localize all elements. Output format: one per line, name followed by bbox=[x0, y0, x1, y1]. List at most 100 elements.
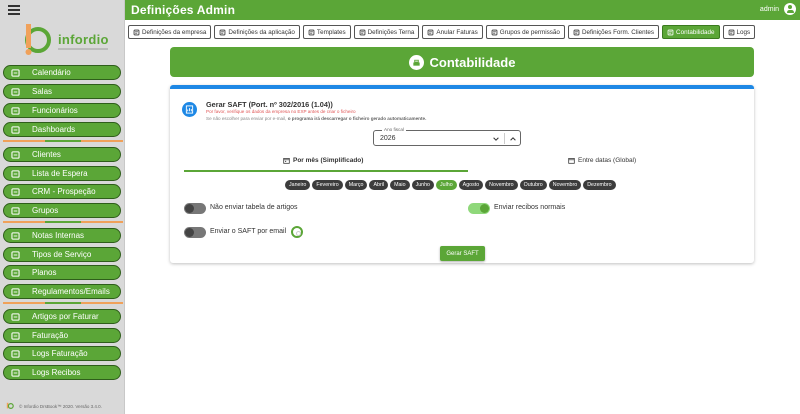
calendar-icon bbox=[10, 68, 20, 77]
sidebar-item-label: Salas bbox=[32, 87, 53, 96]
tab-0[interactable]: Definições da empresa bbox=[128, 25, 212, 39]
clock-icon bbox=[10, 169, 20, 178]
fiscal-year-select[interactable]: Ano fiscal 2026 bbox=[373, 127, 521, 146]
sidebar-item-11[interactable]: Regulamentos/Emails bbox=[3, 284, 121, 299]
file-icon bbox=[427, 29, 434, 36]
month-chip[interactable]: Junho bbox=[411, 180, 434, 190]
month-chip[interactable]: Julho bbox=[436, 180, 457, 190]
sidebar-item-label: Tipos de Serviço bbox=[32, 250, 92, 259]
app-icon bbox=[219, 29, 226, 36]
sidebar-item-9[interactable]: Tipos de Serviço bbox=[3, 247, 121, 262]
rules-icon bbox=[10, 287, 20, 296]
user-avatar-icon[interactable] bbox=[784, 3, 796, 15]
building-icon bbox=[133, 29, 140, 36]
sidebar-item-label: CRM - Prospeção bbox=[32, 187, 96, 196]
email-status-icon[interactable] bbox=[291, 226, 303, 238]
sidebar-item-label: Calendário bbox=[32, 68, 71, 77]
sidebar-item-5[interactable]: Lista de Espera bbox=[3, 166, 121, 181]
sidebar-item-1[interactable]: Salas bbox=[3, 84, 121, 99]
sidebar-item-label: Planos bbox=[32, 268, 57, 277]
sidebar-item-10[interactable]: Planos bbox=[3, 265, 121, 280]
logs-icon bbox=[10, 349, 20, 358]
tab-label: Definições Terna bbox=[367, 28, 415, 36]
sidebar-separator bbox=[3, 140, 123, 142]
month-chip[interactable]: Março bbox=[344, 180, 368, 190]
sidebar-item-label: Faturação bbox=[32, 331, 69, 340]
sidebar-item-7[interactable]: Grupos bbox=[3, 203, 121, 218]
month-chip[interactable]: Janeiro bbox=[285, 180, 311, 190]
sidebar-footer: © Infordio DrsBook™ 2020. Versão 3.4.0. bbox=[6, 402, 102, 410]
tab-5[interactable]: Grupos de permissão bbox=[485, 25, 565, 39]
sidebar-item-label: Funcionários bbox=[32, 106, 78, 115]
chevron-down-icon[interactable] bbox=[492, 135, 500, 143]
sidebar-item-14[interactable]: Logs Faturação bbox=[3, 346, 121, 361]
topbar: Definições Admin admin bbox=[125, 0, 800, 20]
month-chip[interactable]: Maio bbox=[390, 180, 410, 190]
no-articles-toggle[interactable] bbox=[184, 203, 206, 214]
dashboard-icon bbox=[10, 125, 20, 134]
month-chip[interactable]: Novembro bbox=[548, 180, 582, 190]
tab-monthly[interactable]: Por mês (Simplificado) bbox=[283, 157, 363, 164]
tools-icon bbox=[359, 29, 366, 36]
menu-toggle-icon[interactable] bbox=[8, 5, 20, 15]
logo-text: infordio bbox=[58, 32, 109, 47]
sidebar-item-6[interactable]: CRM - Prospeção bbox=[3, 184, 121, 199]
active-tab-indicator bbox=[184, 170, 468, 172]
groups-icon bbox=[491, 29, 498, 36]
tab-1[interactable]: Definições da aplicação bbox=[214, 25, 300, 39]
tab-date-range[interactable]: Entre datas (Global) bbox=[568, 157, 636, 164]
month-chip[interactable]: Outubro bbox=[519, 180, 547, 190]
banner-title: Contabilidade bbox=[429, 54, 516, 70]
sidebar-item-label: Logs Faturação bbox=[32, 349, 88, 358]
send-email-label: Enviar o SAFT por email bbox=[210, 228, 287, 235]
sidebar-item-label: Notas Internas bbox=[32, 231, 85, 240]
month-chip[interactable]: Fevereiro bbox=[312, 180, 343, 190]
tab-label: Anular Faturas bbox=[436, 28, 478, 36]
sidebar-item-3[interactable]: Dashboards bbox=[3, 122, 121, 137]
crm-icon bbox=[10, 187, 20, 196]
logo-mark-icon bbox=[25, 24, 51, 55]
tab-3[interactable]: Definições Terna bbox=[353, 25, 420, 39]
sidebar-item-15[interactable]: Logs Recibos bbox=[3, 365, 121, 380]
sidebar-item-8[interactable]: Notas Internas bbox=[3, 228, 121, 243]
tab-4[interactable]: Anular Faturas bbox=[422, 25, 483, 39]
tab-date-range-label: Entre datas (Global) bbox=[578, 157, 637, 164]
send-email-toggle[interactable] bbox=[184, 227, 206, 238]
fiscal-year-label: Ano fiscal bbox=[382, 127, 406, 132]
settings-tabs: Definições da empresa Definições da aplic… bbox=[128, 25, 756, 39]
saft-note: Se não escolher para enviar por e-mail, … bbox=[206, 116, 427, 121]
month-chip[interactable]: Agosto bbox=[458, 180, 484, 190]
generate-saft-button[interactable]: Gerar SAFT bbox=[440, 246, 485, 261]
sidebar-item-label: Regulamentos/Emails bbox=[32, 287, 110, 296]
month-chip[interactable]: Novembro bbox=[485, 180, 518, 190]
invoice-icon bbox=[10, 331, 20, 340]
saft-card: Gerar SAFT (Port. nº 302/2016 (1.04)) Po… bbox=[170, 85, 754, 263]
sidebar-item-4[interactable]: Clientes bbox=[3, 147, 121, 162]
sidebar-item-label: Grupos bbox=[32, 206, 59, 215]
send-receipts-label: Enviar recibos normais bbox=[494, 204, 566, 211]
list-icon bbox=[728, 29, 735, 36]
user-circle-icon bbox=[573, 29, 580, 36]
sidebar-item-12[interactable]: Artigos por Faturar bbox=[3, 309, 121, 324]
tab-2[interactable]: Templates bbox=[302, 25, 351, 39]
footer-text: © Infordio DrsBook™ 2020. Versão 3.4.0. bbox=[19, 403, 102, 409]
sidebar-item-label: Clientes bbox=[32, 150, 61, 159]
tab-7[interactable]: Contabilidade bbox=[662, 25, 720, 39]
tab-6[interactable]: Definições Form. Clientes bbox=[567, 25, 660, 39]
sidebar-item-13[interactable]: Faturação bbox=[3, 328, 121, 343]
month-chip[interactable]: Dezembro bbox=[583, 180, 616, 190]
send-receipts-toggle[interactable] bbox=[468, 203, 490, 214]
saft-title: Gerar SAFT (Port. nº 302/2016 (1.04)) bbox=[206, 100, 333, 109]
user-menu[interactable]: admin bbox=[760, 3, 796, 15]
sidebar-item-2[interactable]: Funcionários bbox=[3, 103, 121, 118]
chevron-up-icon[interactable] bbox=[509, 135, 517, 143]
sidebar-separator bbox=[3, 221, 123, 223]
tab-8[interactable]: Logs bbox=[722, 25, 756, 39]
calendar-icon bbox=[568, 158, 575, 164]
tab-monthly-label: Por mês (Simplificado) bbox=[293, 157, 364, 164]
groups-icon bbox=[10, 206, 20, 215]
month-chip[interactable]: Abril bbox=[369, 180, 389, 190]
sidebar-item-0[interactable]: Calendário bbox=[3, 65, 121, 80]
room-icon bbox=[10, 87, 20, 96]
tab-label: Definições da aplicação bbox=[228, 28, 295, 36]
